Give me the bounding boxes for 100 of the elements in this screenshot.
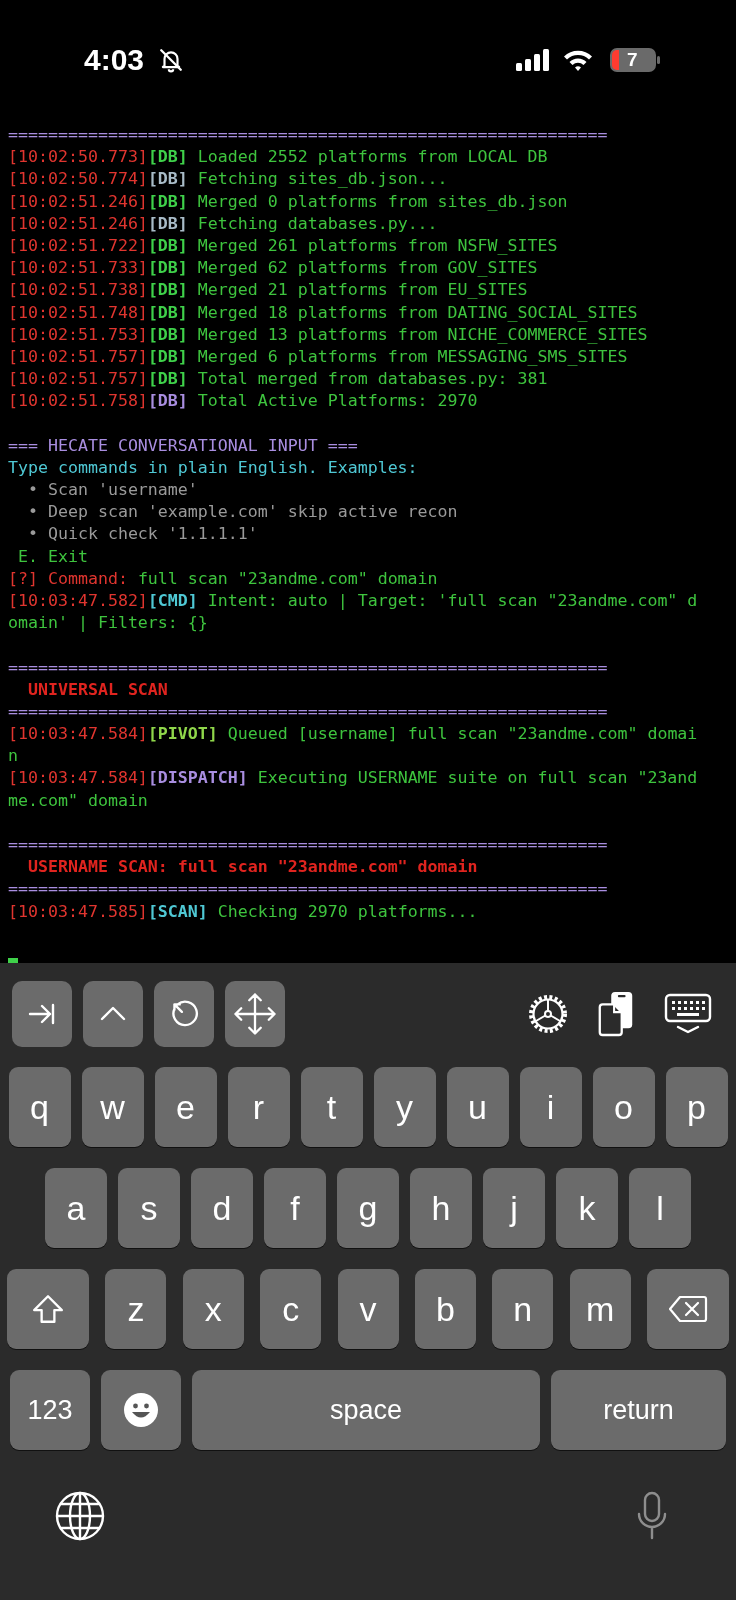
letter-key[interactable]: w [81, 1067, 144, 1147]
battery-level: 7 [627, 49, 638, 71]
bell-slash-icon [158, 47, 185, 73]
log-message: Merged 21 platforms from EU_SITES [196, 279, 528, 302]
log-tag: [DB] [147, 390, 188, 413]
letter-key[interactable]: o [592, 1067, 655, 1147]
letter-key[interactable]: g [337, 1168, 399, 1248]
timestamp: [10:02:50.774] [8, 168, 148, 191]
log-tag: [DB] [147, 234, 188, 258]
letter-key[interactable]: f [264, 1168, 326, 1248]
letter-key[interactable]: l [629, 1168, 691, 1248]
log-message: Merged 13 platforms from NICHE_COMMERCE_SITES [196, 323, 648, 346]
log-tag: [DB] [147, 368, 188, 391]
timestamp: [10:02:51.722] [8, 234, 148, 257]
shift-key[interactable] [7, 1269, 89, 1349]
timestamp: [10:03:47.584] [8, 723, 148, 746]
log-tag: [DISPATCH] [147, 767, 248, 790]
wifi-icon [562, 48, 594, 72]
log-tag: [DB] [147, 190, 188, 213]
log-tag: [SCAN] [147, 900, 208, 923]
log-message: Fetching databases.py... [196, 212, 438, 235]
log-message: Total merged from databases.py: 381 [196, 368, 548, 391]
log-message: Merged 6 platforms from MESSAGING_SMS_SITES [196, 345, 628, 368]
timestamp: [10:02:50.773] [8, 146, 148, 169]
letter-key[interactable]: m [569, 1269, 631, 1349]
letter-key[interactable]: u [446, 1067, 509, 1147]
letter-key[interactable]: n [492, 1269, 554, 1349]
log-tag: [DB] [147, 257, 188, 280]
letter-key[interactable]: a [45, 1168, 107, 1248]
tab-key[interactable] [12, 981, 72, 1047]
letter-key[interactable]: b [414, 1269, 476, 1349]
letter-key[interactable]: t [300, 1067, 363, 1147]
timestamp: [10:02:51.758] [8, 390, 148, 413]
globe-icon[interactable] [54, 1490, 106, 1542]
settings-icon[interactable] [526, 992, 570, 1036]
separator-line: ============================================================ [8, 834, 608, 856]
log-message: Merged 261 platforms from NSFW_SITES [196, 234, 558, 257]
letter-key[interactable]: d [191, 1168, 253, 1248]
log-message: Queued [username] full scan "23andme.com" domai [226, 723, 698, 746]
log-tag: [DB] [147, 212, 188, 235]
return-key[interactable]: return [551, 1370, 726, 1450]
move-arrows-icon [232, 991, 278, 1037]
log-tag: [DB] [147, 345, 188, 369]
separator-line: ============================================================ [8, 656, 608, 679]
letter-key[interactable]: e [154, 1067, 217, 1147]
log-message: omain' | Filters: {} [8, 612, 208, 635]
letter-key[interactable]: r [227, 1067, 290, 1147]
log-message: Type commands in plain English. Examples: [8, 456, 418, 479]
log-tag: [PIVOT] [147, 723, 218, 746]
history-key[interactable] [154, 981, 214, 1047]
shift-arrow-icon [31, 1292, 65, 1326]
log-message: Total Active Platforms: 2970 [196, 390, 478, 413]
log-tag: [CMD] [147, 589, 198, 613]
log-message: E. Exit [17, 545, 88, 568]
command-prompt: [?] Command: [8, 567, 129, 590]
keyboard-hide-icon[interactable] [662, 992, 714, 1036]
log-message: Merged 0 platforms from sites_db.json [196, 190, 568, 213]
letter-key[interactable]: c [260, 1269, 322, 1349]
log-message: Fetching sites_db.json... [196, 168, 448, 191]
log-message: Loaded 2552 platforms from LOCAL DB [196, 146, 548, 169]
timestamp: [10:02:51.748] [8, 301, 148, 324]
letter-key[interactable]: z [105, 1269, 167, 1349]
letter-key[interactable]: s [118, 1168, 180, 1248]
emoji-key[interactable] [101, 1370, 181, 1450]
battery-icon [610, 48, 660, 72]
microphone-icon[interactable] [636, 1490, 668, 1542]
letter-key[interactable]: i [519, 1067, 582, 1147]
log-tag: [DB] [147, 323, 188, 346]
log-tag: [DB] [147, 279, 188, 302]
log-message: Merged 62 platforms from GOV_SITES [196, 257, 538, 280]
timestamp: [10:02:51.733] [8, 257, 148, 280]
letter-key[interactable]: k [556, 1168, 618, 1248]
numbers-key[interactable]: 123 [10, 1370, 90, 1450]
control-key[interactable] [83, 981, 143, 1047]
letter-key[interactable]: q [8, 1067, 71, 1147]
log-message: Intent: auto | Target: 'full scan "23andme.com" d [206, 589, 698, 612]
log-message: full scan "23andme.com" domain [137, 567, 438, 590]
letter-key[interactable]: p [665, 1067, 728, 1147]
timestamp: [10:02:51.757] [8, 345, 148, 368]
timestamp: [10:02:51.738] [8, 279, 148, 302]
log-message: Checking 2970 platforms... [216, 900, 478, 923]
space-key[interactable]: space [192, 1370, 540, 1450]
letter-key[interactable]: x [182, 1269, 244, 1349]
timestamp: [10:03:47.585] [8, 900, 148, 923]
letter-key[interactable]: y [373, 1067, 436, 1147]
log-message: Merged 18 platforms from DATING_SOCIAL_SITES [196, 301, 638, 324]
log-message: • Scan 'username' [26, 479, 198, 501]
timestamp: [10:03:47.584] [8, 767, 148, 790]
log-tag: [DB] [147, 146, 188, 169]
log-tag: [DB] [147, 168, 188, 191]
log-message: n [8, 745, 18, 768]
timestamp: [10:02:51.246] [8, 190, 148, 213]
log-message: me.com" domain [8, 789, 148, 812]
backspace-key[interactable] [647, 1269, 729, 1349]
letter-key[interactable]: v [337, 1269, 399, 1349]
log-message: • Quick check '1.1.1.1' [26, 523, 258, 546]
letter-key[interactable]: j [483, 1168, 545, 1248]
move-key[interactable] [225, 981, 285, 1047]
smiley-icon [123, 1392, 159, 1428]
letter-key[interactable]: h [410, 1168, 472, 1248]
